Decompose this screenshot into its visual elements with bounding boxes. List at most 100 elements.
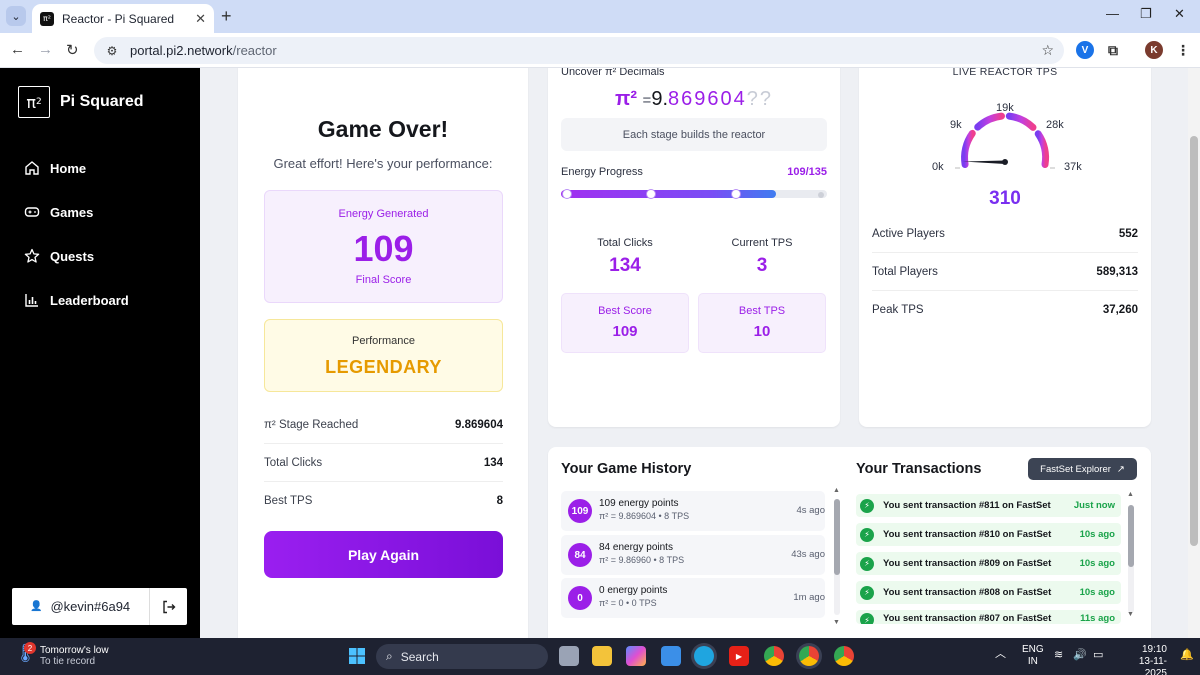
username: @kevin#6a94	[50, 599, 131, 614]
taskbar-search[interactable]: ⌕ Search	[376, 644, 548, 669]
progress-milestone-dot	[731, 189, 741, 199]
pi-squared-logo: π2	[18, 86, 50, 118]
browser-tab-bar: ⌄ π² Reactor - Pi Squared ✕ + — ❐ ✕	[0, 0, 1200, 33]
best-score-label: Best Score	[598, 305, 652, 317]
back-arrow-icon[interactable]: ←	[10, 41, 25, 58]
transaction-item[interactable]: ⚡ You sent transaction #810 on FastSet 1…	[856, 523, 1121, 546]
language-indicator[interactable]: ENG IN	[1022, 644, 1044, 668]
new-tab-button[interactable]: +	[221, 6, 232, 27]
tab-search-menu-button[interactable]: ⌄	[6, 6, 26, 26]
pi-equals-sign: =	[642, 92, 652, 109]
chrome-second-profile-icon[interactable]	[834, 646, 854, 666]
wifi-icon[interactable]: ≋	[1054, 649, 1063, 661]
reload-icon[interactable]: ↻	[66, 41, 79, 59]
fastset-explorer-button[interactable]: FastSet Explorer ↗	[1028, 458, 1137, 480]
sidebar-item-leaderboard[interactable]: Leaderboard	[24, 292, 129, 308]
history-scrollbar[interactable]	[834, 499, 840, 615]
stat-value: 552	[1118, 227, 1138, 240]
transaction-text: You sent transaction #809 on FastSet	[883, 558, 1052, 569]
weather-widget[interactable]: 🌡 2 Tomorrow's low To tie record	[14, 642, 109, 669]
history-details: π² = 9.86960 • 8 TPS	[599, 555, 685, 565]
stat-value: 589,313	[1096, 265, 1138, 278]
clock-time: 19:10	[1141, 644, 1167, 655]
live-tps-card: LIVE REACTOR TPS 0k 9k 19k 28k 37k 310 A…	[859, 68, 1151, 427]
task-view-icon[interactable]	[559, 646, 579, 666]
gauge-label: 0k	[932, 161, 944, 173]
transaction-item[interactable]: ⚡ You sent transaction #809 on FastSet 1…	[856, 552, 1121, 575]
history-scroll-up-icon[interactable]: ▲	[833, 487, 840, 494]
address-bar[interactable]: ⚙ portal.pi2.network/reactor ☆	[94, 37, 1064, 64]
stat-row-stage: π² Stage Reached 9.869604	[264, 406, 503, 444]
history-scroll-down-icon[interactable]: ▼	[833, 619, 840, 626]
bar-chart-icon	[25, 294, 38, 307]
current-tps-label: Current TPS	[731, 237, 793, 249]
history-energy: 84 energy points	[599, 542, 673, 553]
transaction-item[interactable]: ⚡ You sent transaction #807 on FastSet 1…	[856, 610, 1121, 624]
youtube-icon[interactable]: ▶	[729, 646, 749, 666]
user-profile-button[interactable]: 👤 @kevin#6a94	[12, 599, 149, 614]
energy-progress-fill	[561, 190, 776, 198]
transactions-scroll-down-icon[interactable]: ▼	[1127, 611, 1134, 618]
forward-arrow-icon[interactable]: →	[38, 41, 53, 58]
chrome-icon[interactable]	[764, 646, 784, 666]
transactions-scroll-thumb[interactable]	[1128, 505, 1134, 567]
play-again-button[interactable]: Play Again	[264, 531, 503, 578]
transaction-item[interactable]: ⚡ You sent transaction #811 on FastSet J…	[856, 494, 1121, 517]
sidebar-item-label: Home	[50, 160, 87, 176]
file-explorer-icon[interactable]	[592, 646, 612, 666]
page-scroll-thumb[interactable]	[1190, 136, 1198, 546]
extension-initial: V	[1081, 44, 1089, 56]
transactions-scroll-up-icon[interactable]: ▲	[1127, 491, 1134, 498]
close-window-icon[interactable]: ✕	[1174, 6, 1185, 22]
total-players-row: Total Players 589,313	[872, 253, 1138, 291]
gauge-hub	[1002, 159, 1008, 165]
browser-tab-active[interactable]: π² Reactor - Pi Squared ✕	[32, 4, 214, 33]
history-scroll-thumb[interactable]	[834, 499, 840, 575]
history-transactions-card: Your Game History 109 109 energy points …	[548, 447, 1151, 638]
history-score-badge: 84	[568, 543, 592, 567]
windows-start-icon[interactable]	[347, 646, 367, 666]
history-energy: 109 energy points	[599, 498, 679, 509]
extensions-puzzle-icon[interactable]: ⧉	[1104, 41, 1122, 59]
copilot-icon[interactable]	[626, 646, 646, 666]
stat-row-total-clicks: Total Clicks 134	[264, 444, 503, 482]
performance-rating: LEGENDARY	[325, 357, 442, 377]
stat-value: 134	[483, 456, 503, 469]
page-scrollbar[interactable]	[1188, 68, 1200, 638]
total-clicks-value: 134	[609, 255, 641, 276]
transaction-text: You sent transaction #807 on FastSet	[883, 613, 1052, 624]
notifications-bell-icon[interactable]: 🔔	[1180, 649, 1194, 661]
lightning-icon: ⚡	[860, 613, 874, 624]
transaction-item[interactable]: ⚡ You sent transaction #808 on FastSet 1…	[856, 581, 1121, 604]
edge-browser-icon[interactable]	[694, 646, 714, 666]
microsoft-store-icon[interactable]	[661, 646, 681, 666]
gamepad-icon	[24, 207, 40, 217]
browser-toolbar: ← → ↻ ⚙ portal.pi2.network/reactor ☆ V ⧉…	[0, 33, 1200, 68]
chrome-profile-icon[interactable]	[799, 646, 819, 666]
vpn-extension-icon[interactable]: V	[1076, 41, 1094, 59]
sidebar-item-quests[interactable]: Quests	[24, 248, 94, 264]
volume-icon[interactable]: 🔊	[1073, 649, 1087, 661]
restore-window-icon[interactable]: ❐	[1140, 6, 1152, 22]
logout-button[interactable]	[149, 588, 187, 625]
bookmark-star-icon[interactable]: ☆	[1041, 42, 1054, 59]
site-settings-icon[interactable]: ⚙	[104, 43, 120, 59]
user-account-bar: 👤 @kevin#6a94	[12, 588, 187, 625]
sidebar-item-home[interactable]: Home	[24, 160, 86, 176]
sidebar-item-games[interactable]: Games	[24, 204, 93, 220]
tab-close-icon[interactable]: ✕	[195, 11, 206, 27]
battery-icon[interactable]: ▭	[1093, 649, 1103, 661]
best-tps-value: 10	[753, 323, 771, 340]
minimize-icon[interactable]: —	[1106, 6, 1119, 21]
gauge-label: 19k	[996, 102, 1014, 114]
game-over-subtitle: Great effort! Here's your performance:	[273, 156, 493, 171]
star-icon	[24, 248, 40, 263]
performance-box: Performance LEGENDARY	[264, 319, 503, 392]
show-hidden-icons-icon[interactable]: ︿	[995, 648, 1006, 660]
explorer-label: FastSet Explorer	[1040, 463, 1111, 475]
browser-menu-icon[interactable]: ⋮	[1174, 41, 1192, 59]
clock[interactable]: 19:10 13-11-2025	[1117, 644, 1167, 675]
transactions-scrollbar[interactable]	[1128, 505, 1134, 613]
tab-title: Reactor - Pi Squared	[62, 11, 175, 26]
profile-avatar[interactable]: K	[1145, 41, 1163, 59]
